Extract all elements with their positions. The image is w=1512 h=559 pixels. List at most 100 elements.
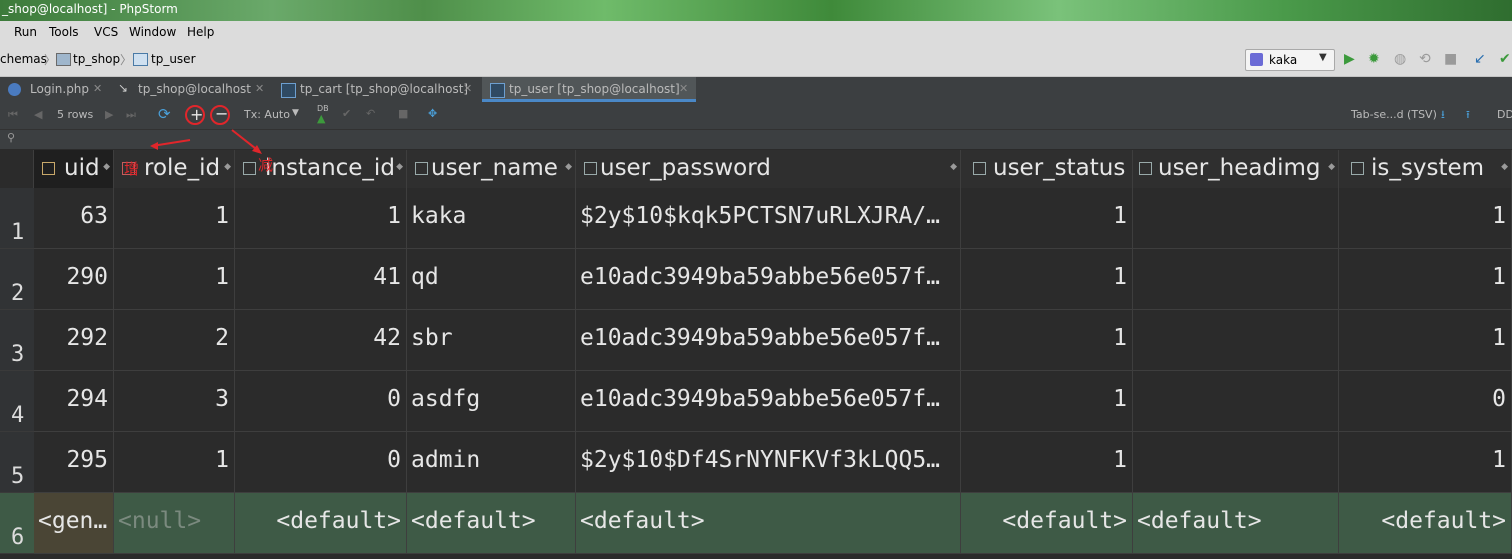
cell-value: 1	[1492, 203, 1506, 229]
row-number-label: 4	[11, 403, 25, 428]
cell-value: kaka	[411, 203, 467, 229]
table-cell[interactable]: 1	[961, 249, 1133, 310]
annotation-add-label: 增	[124, 160, 140, 178]
cell-value: 41	[373, 264, 401, 290]
table-cell[interactable]: 63	[34, 188, 114, 249]
cell-value: 1	[215, 447, 229, 473]
cell-value: <default>	[411, 508, 536, 534]
cell-value: 1	[1113, 203, 1127, 229]
table-cell[interactable]: <default>	[1133, 493, 1339, 554]
arrowhead-icon	[150, 142, 158, 150]
table-cell[interactable]: 295	[34, 432, 114, 493]
table-cell[interactable]: qd	[407, 249, 576, 310]
row-number-label: 3	[11, 342, 25, 367]
table-cell[interactable]: 1	[114, 188, 235, 249]
table-cell[interactable]: e10adc3949ba59abbe56e057f…	[576, 249, 961, 310]
cell-value: <default>	[276, 508, 401, 534]
cell-value: <default>	[580, 508, 705, 534]
table-cell[interactable]: admin	[407, 432, 576, 493]
cell-value: <default>	[1137, 508, 1262, 534]
cell-value: <default>	[1002, 508, 1127, 534]
row-number-label: 6	[11, 525, 25, 550]
row-number-label: 1	[11, 220, 25, 245]
cell-value: 1	[1113, 325, 1127, 351]
cell-value: sbr	[411, 325, 453, 351]
table-cell[interactable]: 41	[235, 249, 407, 310]
cell-value: e10adc3949ba59abbe56e057f…	[580, 386, 941, 412]
cell-value: <default>	[1381, 508, 1506, 534]
table-cell[interactable]: <default>	[576, 493, 961, 554]
table-cell[interactable]: 0	[235, 432, 407, 493]
table-cell[interactable]	[1133, 188, 1339, 249]
table-cell[interactable]: <default>	[235, 493, 407, 554]
table-cell[interactable]: asdfg	[407, 371, 576, 432]
row-number-label: 5	[11, 464, 25, 489]
table-cell[interactable]: 1	[114, 249, 235, 310]
table-cell[interactable]: 1	[1339, 249, 1512, 310]
table-cell[interactable]: 294	[34, 371, 114, 432]
cell-value: 1	[1113, 264, 1127, 290]
cell-value: <null>	[118, 508, 202, 534]
cell-value: e10adc3949ba59abbe56e057f…	[580, 325, 941, 351]
table-cell[interactable]: 1	[961, 371, 1133, 432]
cell-value: 0	[1492, 386, 1506, 412]
table-cell[interactable]: $2y$10$kqk5PCTSN7uRLXJRA/…	[576, 188, 961, 249]
table-cell[interactable]: e10adc3949ba59abbe56e057f…	[576, 310, 961, 371]
table-cell[interactable]: <default>	[1339, 493, 1512, 554]
cell-value: 3	[215, 386, 229, 412]
cell-value: 290	[66, 264, 108, 290]
cell-value: 1	[1492, 325, 1506, 351]
cell-value: 292	[66, 325, 108, 351]
table-cell[interactable]: 290	[34, 249, 114, 310]
cell-value: $2y$10$Df4SrNYNFKVf3kLQQ5…	[580, 447, 941, 473]
annotation-delete-label: 减	[258, 156, 274, 174]
table-cell[interactable]	[1133, 432, 1339, 493]
cell-value: 42	[373, 325, 401, 351]
table-cell[interactable]: 0	[1339, 371, 1512, 432]
table-cell[interactable]: 1	[961, 432, 1133, 493]
cell-value: 294	[66, 386, 108, 412]
cell-value: 63	[80, 203, 108, 229]
table-cell[interactable]: 292	[34, 310, 114, 371]
row-number[interactable]: 2	[0, 249, 34, 310]
cell-value: asdfg	[411, 386, 481, 412]
table-cell[interactable]: 1	[235, 188, 407, 249]
cell-value: 295	[66, 447, 108, 473]
table-cell[interactable]: 1	[961, 188, 1133, 249]
table-cell[interactable]: 1	[961, 310, 1133, 371]
cell-value: qd	[411, 264, 439, 290]
table-cell[interactable]: 2	[114, 310, 235, 371]
table-cell[interactable]: sbr	[407, 310, 576, 371]
cell-value: 0	[387, 386, 401, 412]
table-cell[interactable]: <null>	[114, 493, 235, 554]
table-cell[interactable]: <default>	[407, 493, 576, 554]
row-number[interactable]: 4	[0, 371, 34, 432]
cell-value: e10adc3949ba59abbe56e057f…	[580, 264, 941, 290]
table-cell[interactable]: <gen…	[34, 493, 114, 554]
table-cell[interactable]	[1133, 249, 1339, 310]
table-cell[interactable]: <default>	[961, 493, 1133, 554]
table-cell[interactable]	[1133, 310, 1339, 371]
cell-value: admin	[411, 447, 481, 473]
cell-value: 1	[387, 203, 401, 229]
table-cell[interactable]: 1	[1339, 432, 1512, 493]
table-cell[interactable]: 0	[235, 371, 407, 432]
table-cell[interactable]: $2y$10$Df4SrNYNFKVf3kLQQ5…	[576, 432, 961, 493]
table-cell[interactable]: e10adc3949ba59abbe56e057f…	[576, 371, 961, 432]
cell-value: 1	[215, 203, 229, 229]
table-cell[interactable]: 3	[114, 371, 235, 432]
table-cell[interactable]: kaka	[407, 188, 576, 249]
row-number[interactable]: 1	[0, 188, 34, 249]
row-number[interactable]: 5	[0, 432, 34, 493]
row-number[interactable]: 3	[0, 310, 34, 371]
cell-value: 1	[1492, 447, 1506, 473]
annotation-arrows	[150, 129, 262, 154]
row-number[interactable]: 6	[0, 493, 34, 554]
cell-value: 2	[215, 325, 229, 351]
table-cell[interactable]: 42	[235, 310, 407, 371]
table-cell[interactable]: 1	[1339, 188, 1512, 249]
cell-value: $2y$10$kqk5PCTSN7uRLXJRA/…	[580, 203, 941, 229]
table-cell[interactable]: 1	[1339, 310, 1512, 371]
table-cell[interactable]	[1133, 371, 1339, 432]
table-cell[interactable]: 1	[114, 432, 235, 493]
